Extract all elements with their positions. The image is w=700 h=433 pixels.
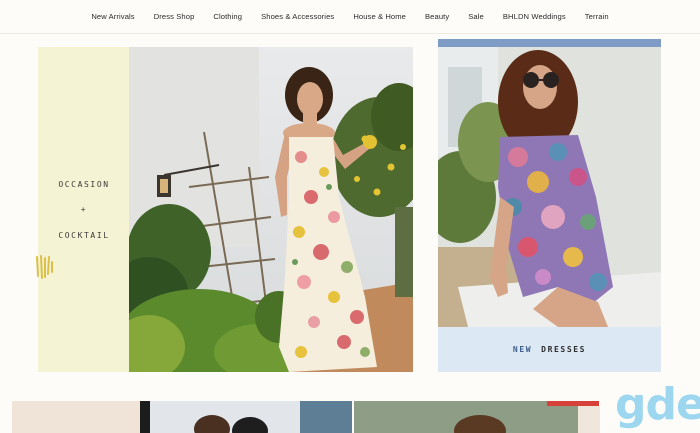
nav-dress-shop[interactable]: Dress Shop <box>154 12 195 21</box>
promo-top-bar <box>438 39 661 47</box>
promo-line-occasion: OCCASION <box>58 180 110 189</box>
nav-bhldn-weddings[interactable]: BHLDN Weddings <box>503 12 566 21</box>
main-navigation: New Arrivals Dress Shop Clothing Shoes &… <box>0 0 700 34</box>
nav-beauty[interactable]: Beauty <box>425 12 449 21</box>
print-dress-model-photo <box>438 47 661 327</box>
nav-new-arrivals[interactable]: New Arrivals <box>91 12 134 21</box>
promo-line-plus: + <box>80 205 88 214</box>
caption-word-new: NEW <box>512 345 533 354</box>
caption-word-dresses: DRESSES <box>541 345 587 354</box>
occasion-cocktail-promo[interactable]: OCCASION + COCKTAIL <box>38 47 413 372</box>
nav-shoes-accessories[interactable]: Shoes & Accessories <box>261 12 334 21</box>
nav-sale[interactable]: Sale <box>468 12 484 21</box>
brush-stroke-decoration <box>36 255 53 279</box>
nav-house-home[interactable]: House & Home <box>353 12 406 21</box>
promo-label-panel: OCCASION + COCKTAIL <box>38 47 130 372</box>
bottom-promo-row <box>12 401 600 433</box>
nav-terrain[interactable]: Terrain <box>585 12 609 21</box>
floral-dress-model-photo <box>129 47 413 372</box>
new-dresses-promo[interactable]: NEW DRESSES <box>438 39 661 372</box>
nav-clothing[interactable]: Clothing <box>213 12 242 21</box>
promo-line-cocktail: COCKTAIL <box>58 231 110 240</box>
gde-watermark-logo: gde <box>615 379 700 430</box>
new-dresses-caption: NEW DRESSES <box>438 327 661 372</box>
